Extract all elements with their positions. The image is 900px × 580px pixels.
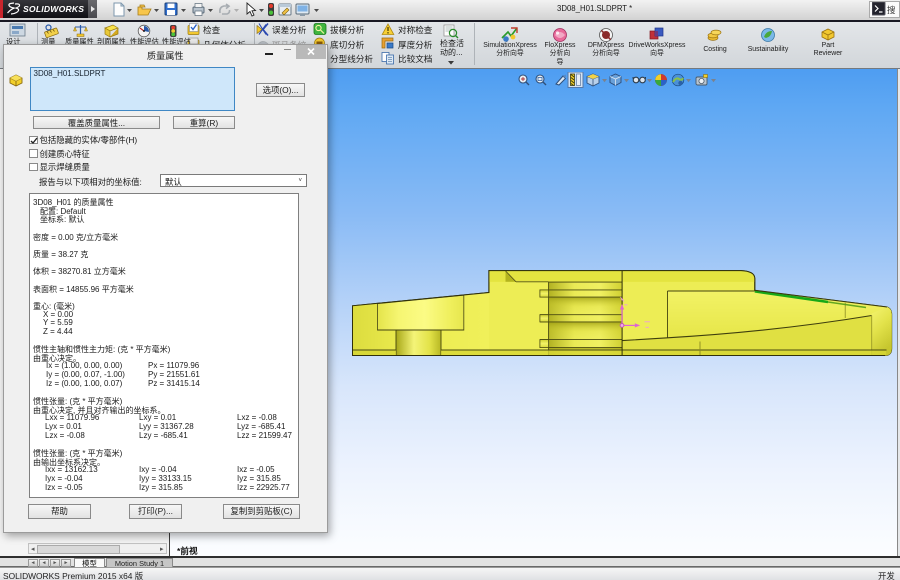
svg-text:搜: 搜 (887, 5, 896, 15)
